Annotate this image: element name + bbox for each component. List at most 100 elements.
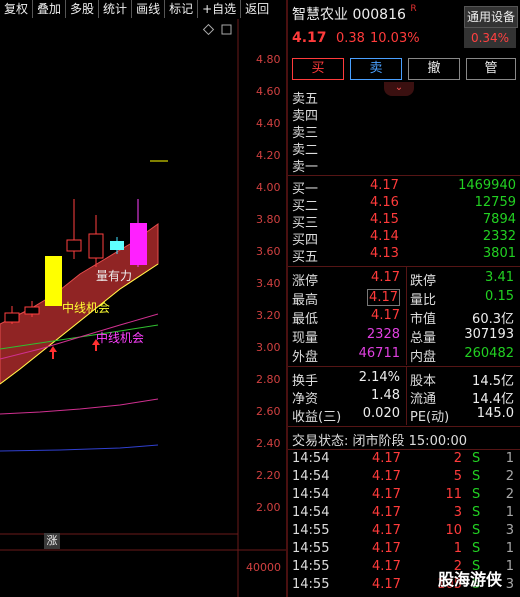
- bid-row: 买三 4.15 7894: [288, 212, 520, 231]
- fundamental-label: 换手: [292, 374, 319, 389]
- stat-value: 307193: [464, 327, 514, 342]
- tick-count: 3: [505, 577, 514, 592]
- tick-direction: S: [472, 523, 481, 538]
- stat-value: 4.17: [367, 289, 400, 306]
- candle-1: [4, 306, 20, 324]
- bid-volume: 2332: [482, 229, 516, 244]
- annotation-mid-opportunity: 中线机会: [96, 331, 145, 345]
- annotation-mid-opportunity: 中线机会: [62, 301, 111, 315]
- tick-count: 2: [505, 469, 514, 484]
- tick-volume: 3: [453, 505, 462, 520]
- manage-button[interactable]: 管: [466, 58, 516, 80]
- fundamental-label: 流通: [410, 392, 437, 407]
- annotation-volume-strong: 量有力: [96, 269, 133, 283]
- bid-price: 4.14: [370, 229, 399, 244]
- ask-row: 卖三: [288, 122, 520, 141]
- tick-count: 1: [505, 541, 514, 556]
- tick-price: 4.17: [372, 469, 401, 484]
- toolbar-button-back[interactable]: 返回: [241, 0, 273, 18]
- toolbar-button-mark[interactable]: 标记: [165, 0, 199, 18]
- bid-volume: 1469940: [458, 178, 516, 193]
- tick-price: 4.17: [372, 505, 401, 520]
- price-change-pct: 10.03%: [370, 31, 420, 46]
- quote-panel: 智慧农业 000816 R 4.17 0.38 10.03% 通用设备 0.34…: [288, 0, 520, 597]
- tick-volume: 10: [445, 523, 462, 538]
- tick-row: 14:54 4.17 11 S 2: [288, 487, 520, 504]
- bid-price: 4.17: [370, 178, 399, 193]
- stat-label: 总量: [410, 331, 437, 346]
- toolbar-button-overlay[interactable]: 叠加: [33, 0, 67, 18]
- toolbar-button-statistics[interactable]: 统计: [99, 0, 133, 18]
- stat-value: 46711: [358, 346, 400, 361]
- price-tick: 3.00: [256, 341, 281, 354]
- volume-tick: 40000: [246, 561, 281, 574]
- stat-value: 60.3亿: [472, 312, 514, 327]
- tick-volume: 2: [453, 451, 462, 466]
- tick-time: 14:55: [292, 559, 330, 574]
- price-tick: 2.60: [256, 405, 281, 418]
- stat-value: 3.41: [485, 270, 514, 285]
- tick-price: 4.17: [372, 451, 401, 466]
- tick-volume: 1: [453, 541, 462, 556]
- tick-row: 14:55 4.17 1 S 1: [288, 541, 520, 558]
- tick-price: 4.17: [372, 577, 401, 592]
- tick-direction: S: [472, 505, 481, 520]
- price-tick: 3.60: [256, 245, 281, 258]
- fundamental-row: 收益(三) 0.020 PE(动) 145.0: [288, 406, 520, 425]
- bid-price: 4.15: [370, 212, 399, 227]
- sector-change: 0.34%: [464, 28, 516, 48]
- tick-count: 1: [505, 559, 514, 574]
- toolbar-button-add-watchlist[interactable]: +自选: [198, 0, 242, 18]
- cancel-order-button[interactable]: 撤: [408, 58, 460, 80]
- fundamental-row: 净资 1.48 流通 14.4亿: [288, 388, 520, 407]
- tick-time: 14:54: [292, 505, 330, 520]
- stat-label: 量比: [410, 293, 437, 308]
- stats-row: 最低 4.17 市值 60.3亿: [288, 308, 520, 327]
- sector-button[interactable]: 通用设备: [464, 6, 518, 28]
- buy-button[interactable]: 买: [292, 58, 344, 80]
- tick-time: 14:55: [292, 577, 330, 592]
- tick-price: 4.17: [372, 523, 401, 538]
- price-tick: 4.40: [256, 117, 281, 130]
- trade-status: 交易状态: 闭市阶段 15:00:00: [288, 430, 520, 449]
- tick-volume: 5: [453, 469, 462, 484]
- tick-price: 4.17: [372, 541, 401, 556]
- bid-price: 4.16: [370, 195, 399, 210]
- stock-title: 智慧农业 000816 R: [292, 4, 417, 24]
- stock-code: 000816: [352, 7, 406, 23]
- tick-time: 14:55: [292, 541, 330, 556]
- stock-name: 智慧农业: [292, 7, 348, 23]
- toolbar-button-restore-rights[interactable]: 复权: [0, 0, 34, 18]
- ma-blue-line: [0, 444, 159, 452]
- limit-up-badge: 涨: [44, 533, 60, 549]
- tick-direction: S: [472, 541, 481, 556]
- bid-row: 买二 4.16 12759: [288, 195, 520, 214]
- price-tick: 3.20: [256, 309, 281, 322]
- square-icon[interactable]: [221, 24, 232, 35]
- price-tick: 3.80: [256, 213, 281, 226]
- stats-row: 外盘 46711 内盘 260482: [288, 346, 520, 365]
- tick-count: 1: [505, 505, 514, 520]
- diamond-icon[interactable]: [202, 23, 215, 36]
- price-tick: 2.00: [256, 501, 281, 514]
- fundamental-value: 0.020: [362, 406, 400, 421]
- price-tick: 2.80: [256, 373, 281, 386]
- tick-price: 4.17: [372, 559, 401, 574]
- stats-row: 涨停 4.17 跌停 3.41: [288, 270, 520, 289]
- tick-row: 14:55 4.17 10 S 3: [288, 523, 520, 540]
- toolbar-button-multi-stock[interactable]: 多股: [66, 0, 100, 18]
- tick-count: 2: [505, 487, 514, 502]
- tick-volume: 11: [445, 487, 462, 502]
- price-tick: 4.00: [256, 181, 281, 194]
- stat-value: 4.17: [371, 270, 400, 285]
- stat-value: 260482: [464, 346, 514, 361]
- sell-button[interactable]: 卖: [350, 58, 402, 80]
- stock-mark: R: [410, 4, 417, 14]
- bid-volume: 12759: [474, 195, 516, 210]
- stat-label: 市值: [410, 312, 437, 327]
- tick-time: 14:54: [292, 469, 330, 484]
- price-tick: 2.20: [256, 469, 281, 482]
- stat-value: 2328: [366, 327, 400, 342]
- tick-price: 4.17: [372, 487, 401, 502]
- toolbar-button-draw-line[interactable]: 画线: [132, 0, 166, 18]
